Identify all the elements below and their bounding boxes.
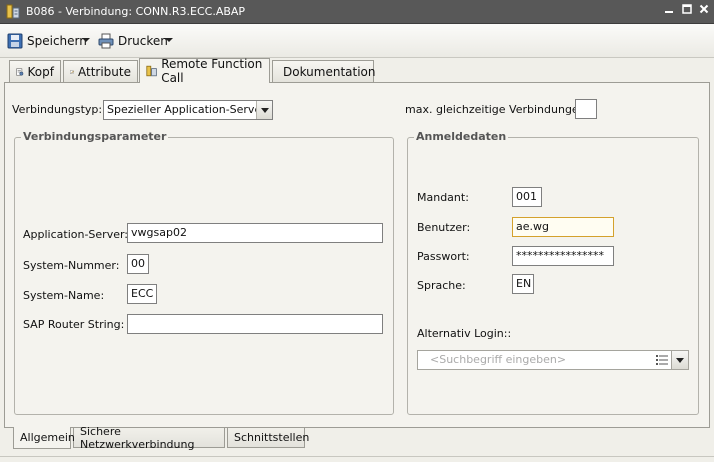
max-connections-field[interactable]: [575, 99, 597, 119]
router-field[interactable]: [127, 314, 383, 334]
tab-label: Schnittstellen: [234, 431, 310, 444]
tab-label: Sichere Netzwerkverbindung: [80, 424, 195, 451]
system-number-label: System-Nummer:: [23, 259, 120, 272]
window-titlebar: B086 - Verbindung: CONN.R3.ECC.ABAP: [0, 0, 714, 24]
edit-icon: [70, 69, 74, 74]
list-icon[interactable]: [656, 354, 668, 366]
alt-login-placeholder: <Suchbegriff eingeben>: [430, 353, 567, 366]
client-field[interactable]: 001: [512, 187, 542, 207]
router-label: SAP Router String:: [23, 318, 125, 331]
tab-label: Attribute: [78, 64, 131, 79]
system-number-field[interactable]: 00: [127, 254, 149, 274]
language-label: Sprache:: [417, 279, 466, 292]
max-connections-label: max. gleichzeitige Verbindungen:: [405, 103, 590, 116]
header-icon: [16, 68, 24, 75]
alt-login-label: Alternativ Login::: [417, 327, 512, 340]
tab-label: Remote Function Call: [161, 57, 263, 85]
tab-kopf[interactable]: Kopf: [9, 60, 61, 82]
chevron-down-icon[interactable]: [671, 351, 688, 369]
minimize-icon[interactable]: [662, 3, 676, 19]
connection-params-group: Verbindungsparameter: [14, 130, 394, 415]
save-dropdown-icon[interactable]: [82, 38, 90, 42]
connection-type-select[interactable]: Spezieller Application-Server: [103, 100, 273, 120]
client-label: Mandant:: [417, 191, 469, 204]
connection-params-title: Verbindungsparameter: [21, 130, 169, 143]
user-label: Benutzer:: [417, 221, 471, 234]
app-server-label: Application-Server:: [23, 228, 129, 241]
save-label: Speichern: [27, 34, 87, 48]
login-title: Anmeldedaten: [414, 130, 509, 143]
tab-label: Kopf: [27, 64, 54, 79]
system-name-label: System-Name:: [23, 289, 105, 302]
save-button[interactable]: Speichern: [7, 30, 87, 52]
password-field[interactable]: ****************: [512, 246, 614, 266]
print-label: Drucken: [118, 34, 168, 48]
connection-type-label: Verbindungstyp:: [12, 103, 103, 116]
tab-label: Allgemein: [20, 431, 75, 444]
language-field[interactable]: EN: [512, 274, 534, 294]
tab-dokumentation[interactable]: Dokumentation: [272, 60, 376, 82]
system-name-field[interactable]: ECC: [127, 284, 157, 304]
connection-type-value: Spezieller Application-Server: [107, 103, 266, 116]
tab-schnittstellen[interactable]: Schnittstellen: [227, 428, 309, 448]
password-label: Passwort:: [417, 250, 470, 263]
window-title: B086 - Verbindung: CONN.R3.ECC.ABAP: [26, 5, 246, 18]
alt-login-search[interactable]: <Suchbegriff eingeben>: [417, 350, 689, 370]
chevron-down-icon[interactable]: [256, 101, 272, 119]
main-tabs: Kopf Attribute Remote Function Call Doku…: [0, 57, 714, 85]
tab-label: Dokumentation: [283, 64, 376, 79]
rfc-icon: [146, 65, 157, 77]
tab-remote-function-call[interactable]: Remote Function Call: [139, 57, 270, 85]
app-icon: [6, 4, 20, 19]
bottom-divider: [0, 456, 714, 457]
maximize-icon[interactable]: [680, 3, 694, 19]
tab-attribute[interactable]: Attribute: [63, 60, 138, 82]
printer-icon: [98, 33, 114, 49]
toolbar: Speichern Drucken: [0, 24, 714, 58]
tab-sichere-netzwerkverbindung[interactable]: Sichere Netzwerkverbindung: [73, 424, 225, 451]
save-icon: [7, 33, 23, 49]
tab-allgemein[interactable]: Allgemein: [13, 427, 75, 449]
login-group: Anmeldedaten: [407, 130, 699, 415]
print-dropdown-icon[interactable]: [165, 38, 173, 42]
close-icon[interactable]: [697, 3, 711, 19]
user-field[interactable]: ae.wg: [512, 217, 614, 237]
content-panel: Verbindungstyp: Spezieller Application-S…: [4, 82, 710, 428]
print-button[interactable]: Drucken: [98, 30, 168, 52]
app-server-field[interactable]: vwgsap02: [127, 223, 383, 243]
